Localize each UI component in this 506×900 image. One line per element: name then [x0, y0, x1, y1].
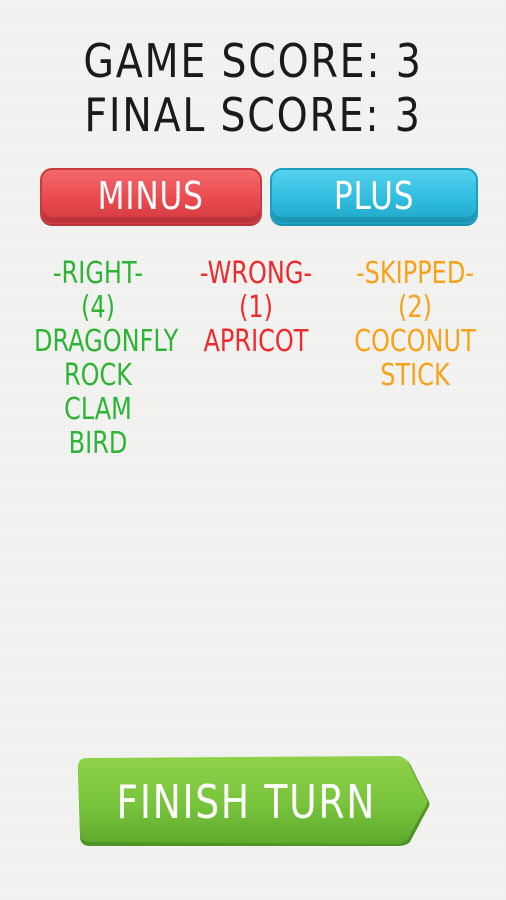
minus-button-label: MINUS [97, 174, 205, 218]
skipped-word-item: COCONUT [354, 324, 476, 359]
right-header: -RIGHT- [52, 256, 144, 291]
skipped-count: (2) [398, 290, 432, 325]
finish-turn-button[interactable]: FINISH TURN [76, 756, 432, 848]
right-count: (4) [81, 290, 115, 325]
wrong-count: (1) [239, 290, 273, 325]
skipped-header: -SKIPPED- [356, 256, 474, 291]
wrong-words-list: -WRONG- (1) APRICOT [176, 257, 336, 359]
wrong-word-item: APRICOT [203, 324, 309, 359]
skipped-word-item: STICK [380, 358, 450, 393]
right-words-list: -RIGHT- (4) DRAGONFLY ROCK CLAM BIRD [18, 257, 178, 461]
right-word-item: CLAM [64, 392, 132, 427]
wrong-header: -WRONG- [199, 256, 313, 291]
right-word-item: DRAGONFLY [34, 324, 179, 359]
right-word-item: ROCK [63, 358, 133, 393]
plus-button[interactable]: PLUS [270, 168, 478, 224]
plus-button-label: PLUS [333, 174, 415, 218]
right-word-item: BIRD [68, 426, 128, 461]
minus-button[interactable]: MINUS [40, 168, 262, 224]
finish-turn-label: FINISH TURN [116, 775, 376, 829]
final-score: FINAL SCORE: 3 [84, 88, 422, 142]
skipped-words-list: -SKIPPED- (2) COCONUT STICK [333, 257, 497, 393]
game-score: GAME SCORE: 3 [83, 34, 423, 88]
